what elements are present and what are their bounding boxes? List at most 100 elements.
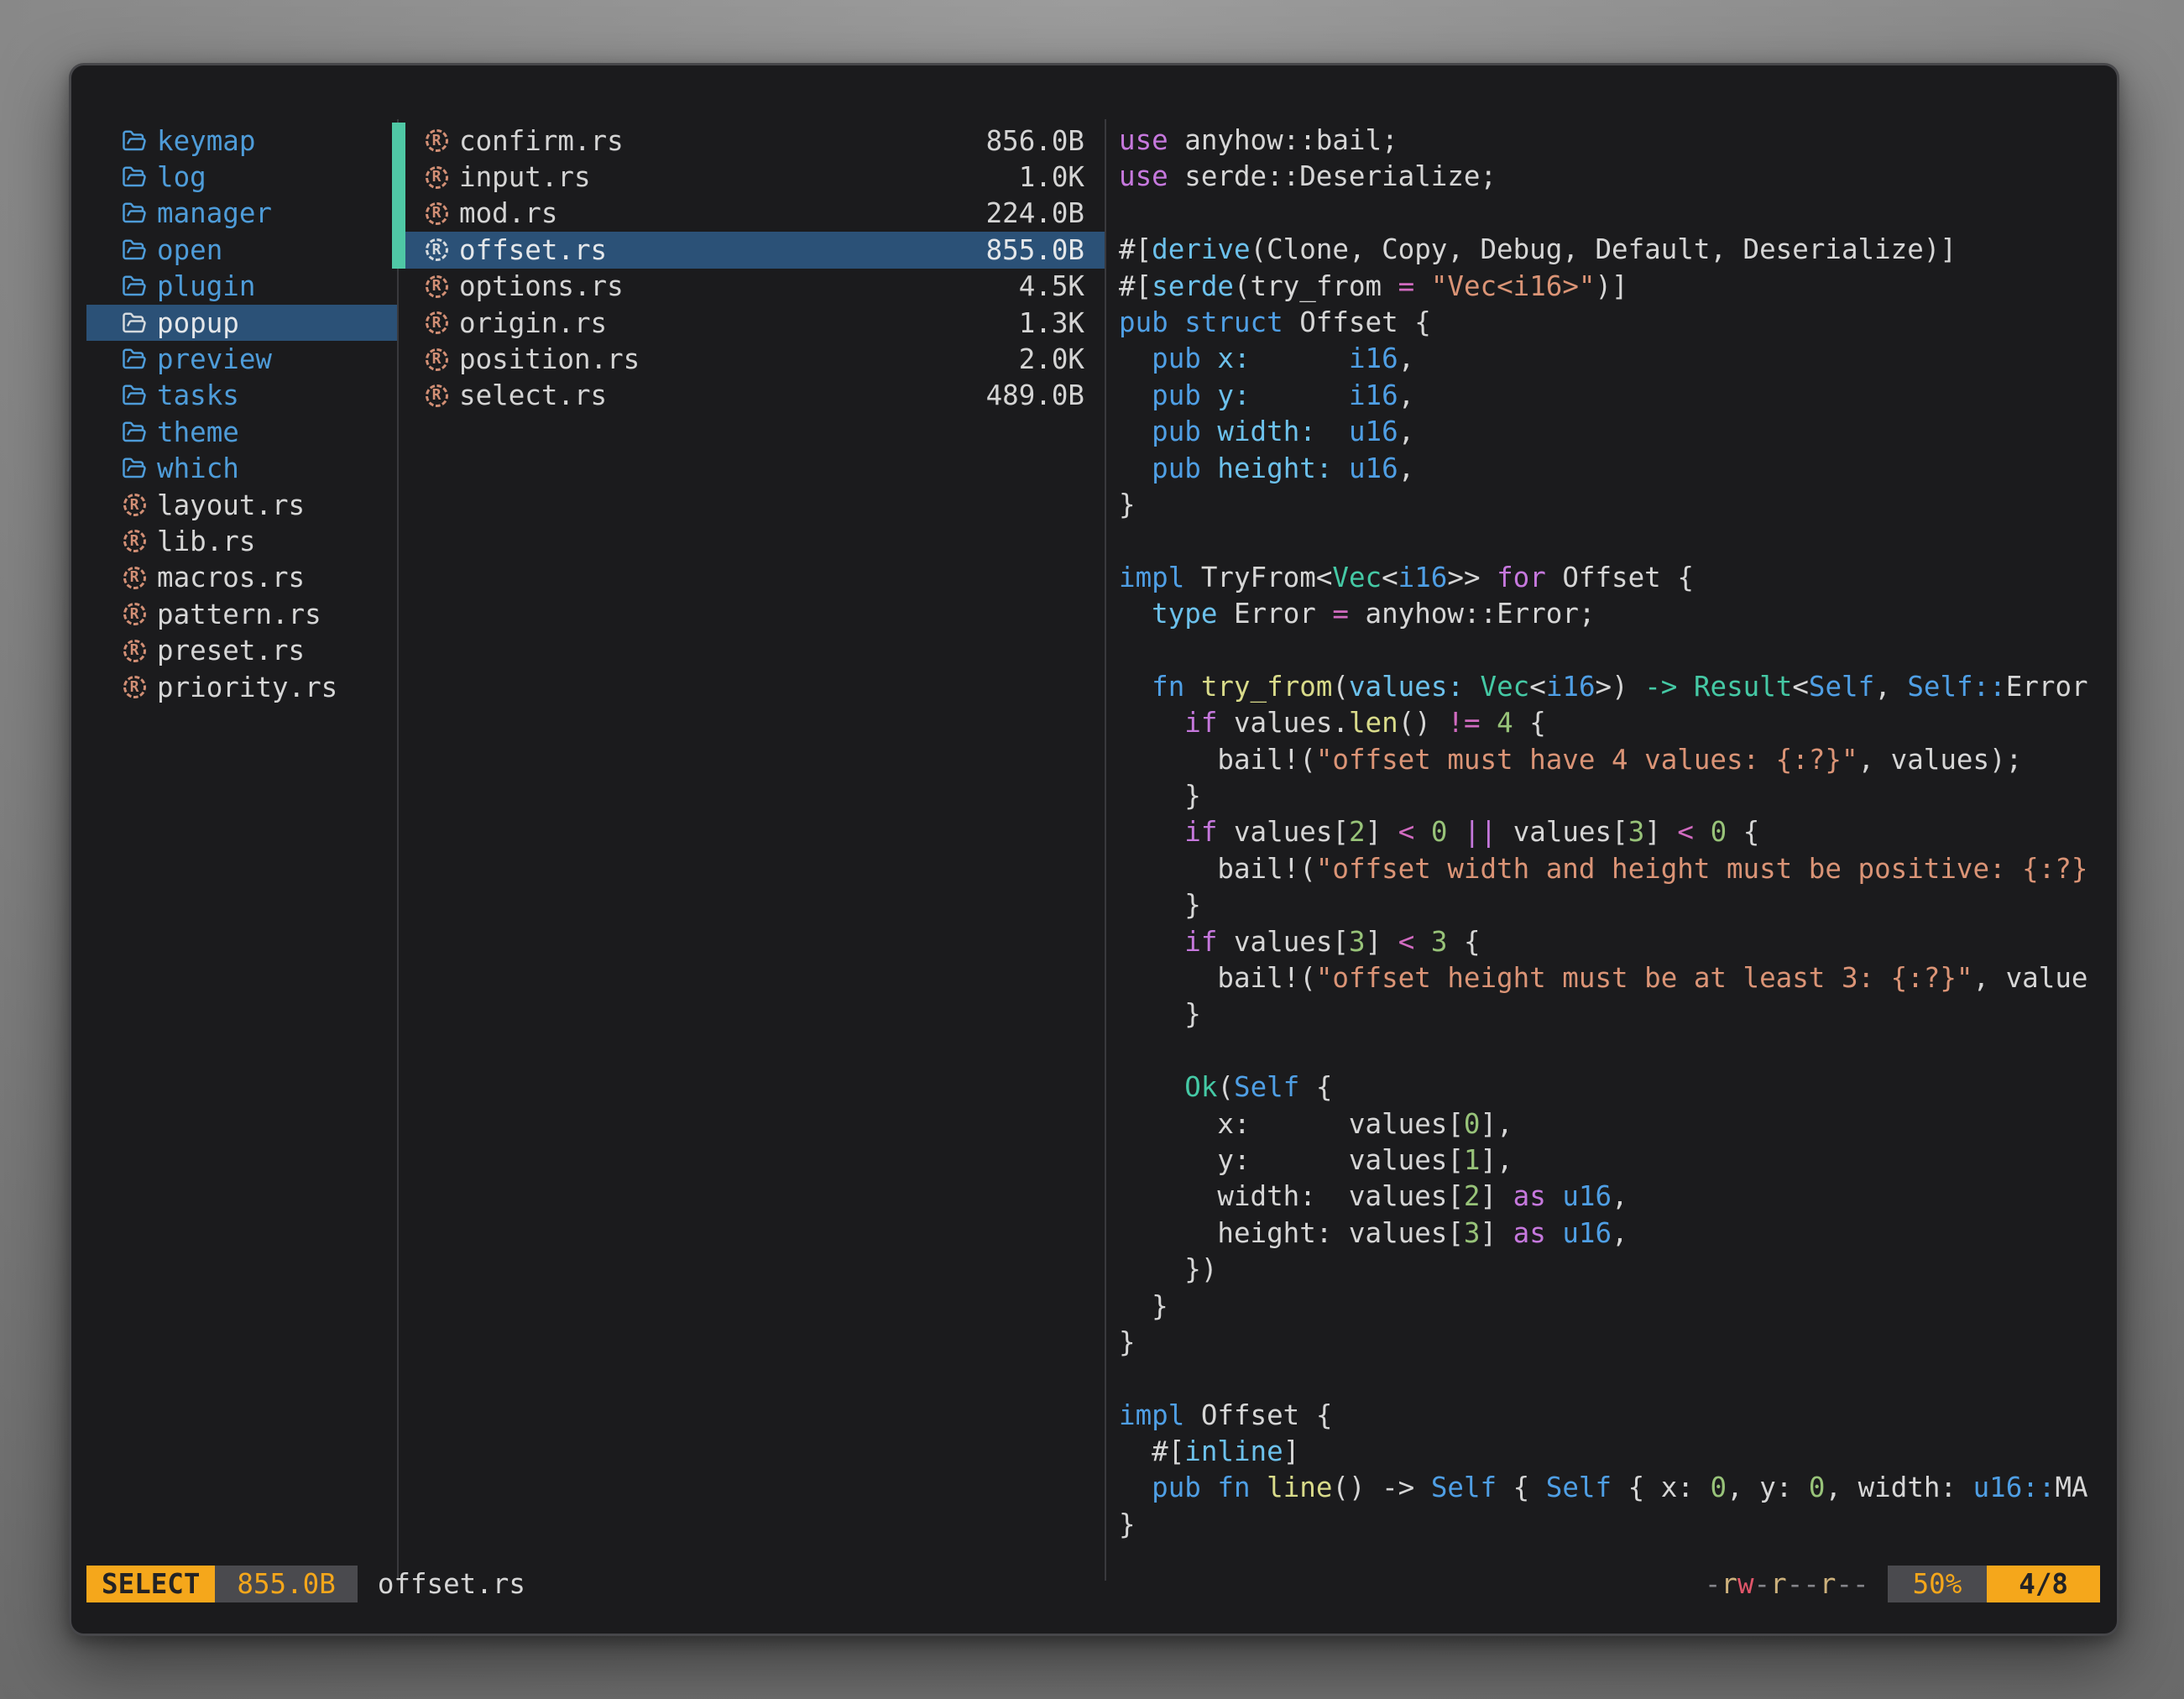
code-line: bail!("offset must have 4 values: {:?}",… bbox=[1119, 742, 2119, 778]
sidebar-item-manager[interactable]: manager bbox=[86, 196, 397, 232]
code-line: } bbox=[1119, 778, 2119, 814]
code-line: } bbox=[1119, 887, 2119, 923]
sidebar-item-log[interactable]: log bbox=[86, 159, 397, 195]
folder-open-icon bbox=[120, 454, 149, 483]
code-line bbox=[1119, 523, 2119, 559]
item-label: layout.rs bbox=[157, 489, 305, 521]
sidebar-item-macros-rs[interactable]: Rmacros.rs bbox=[86, 560, 397, 596]
code-line: use serde::Deserialize; bbox=[1119, 159, 2119, 195]
file-size: 855.0B bbox=[986, 234, 1105, 266]
scrollbar-thumb[interactable] bbox=[392, 123, 405, 269]
file-row-confirm-rs[interactable]: Rconfirm.rs 856.0B bbox=[399, 123, 1105, 159]
rust-file-icon: R bbox=[422, 272, 451, 301]
permission-char: - bbox=[1705, 1568, 1722, 1600]
code-line bbox=[1119, 1033, 2119, 1069]
rust-file-icon: R bbox=[422, 127, 451, 155]
folder-open-icon bbox=[120, 236, 149, 264]
item-label: popup bbox=[157, 307, 239, 339]
item-label: tasks bbox=[157, 379, 239, 411]
folder-open-icon bbox=[120, 309, 149, 337]
folder-open-icon bbox=[120, 163, 149, 191]
code-line: } bbox=[1119, 996, 2119, 1032]
file-size: 1.3K bbox=[1019, 307, 1105, 339]
folder-open-icon bbox=[120, 199, 149, 227]
file-row-input-rs[interactable]: Rinput.rs1.0K bbox=[399, 159, 1105, 195]
folder-open-icon bbox=[120, 381, 149, 410]
file-name: confirm.rs bbox=[459, 125, 624, 157]
sidebar-item-pattern-rs[interactable]: Rpattern.rs bbox=[86, 596, 397, 632]
permission-char: - bbox=[1754, 1568, 1771, 1600]
permission-char: r bbox=[1721, 1568, 1737, 1600]
sidebar-item-preview[interactable]: preview bbox=[86, 341, 397, 377]
rust-file-icon: R bbox=[120, 527, 149, 556]
code-line: use anyhow::bail; bbox=[1119, 123, 2119, 159]
rust-file-icon: R bbox=[120, 636, 149, 665]
item-label: macros.rs bbox=[157, 562, 305, 593]
file-size: 224.0B bbox=[986, 197, 1105, 229]
rust-file-icon: R bbox=[120, 563, 149, 592]
code-line: x: values[0], bbox=[1119, 1106, 2119, 1142]
preview-pane: use anyhow::bail;use serde::Deserialize;… bbox=[1119, 123, 2119, 1543]
item-label: log bbox=[157, 161, 206, 193]
sidebar-item-plugin[interactable]: plugin bbox=[86, 269, 397, 305]
item-label: priority.rs bbox=[157, 672, 337, 703]
file-row-select-rs[interactable]: Rselect.rs489.0B bbox=[399, 378, 1105, 414]
folder-open-icon bbox=[120, 127, 149, 155]
code-line: }) bbox=[1119, 1252, 2119, 1288]
code-line: #[derive(Clone, Copy, Debug, Default, De… bbox=[1119, 232, 2119, 268]
code-line: pub fn line() -> Self { Self { x: 0, y: … bbox=[1119, 1470, 2119, 1506]
current-directory-pane: Rconfirm.rs 856.0B Rinput.rs 1.0K Rmod.rs 224… bbox=[399, 123, 1105, 414]
sidebar-item-keymap[interactable]: keymap bbox=[86, 123, 397, 159]
permission-char: - bbox=[1836, 1568, 1852, 1600]
file-size: 2.0K bbox=[1019, 343, 1105, 375]
rust-file-icon: R bbox=[120, 673, 149, 702]
code-line: type Error = anyhow::Error; bbox=[1119, 596, 2119, 632]
code-line: pub x: i16, bbox=[1119, 341, 2119, 377]
code-line: if values[2] < 0 || values[3] < 0 { bbox=[1119, 814, 2119, 850]
sidebar-item-tasks[interactable]: tasks bbox=[86, 378, 397, 414]
scroll-percent-badge: 50% bbox=[1888, 1566, 1988, 1602]
file-name: mod.rs bbox=[459, 197, 557, 229]
code-line: height: values[3] as u16, bbox=[1119, 1215, 2119, 1252]
item-label: preset.rs bbox=[157, 635, 305, 667]
rust-file-icon: R bbox=[120, 600, 149, 629]
folder-open-icon bbox=[120, 345, 149, 374]
file-size-badge: 855.0B bbox=[215, 1566, 357, 1602]
file-name: options.rs bbox=[459, 270, 624, 302]
file-row-mod-rs[interactable]: Rmod.rs 224.0B bbox=[399, 196, 1105, 232]
status-filename: offset.rs bbox=[378, 1566, 525, 1602]
file-row-options-rs[interactable]: Roptions.rs4.5K bbox=[399, 269, 1105, 305]
sidebar-item-priority-rs[interactable]: Rpriority.rs bbox=[86, 669, 397, 705]
permission-char: r bbox=[1820, 1568, 1837, 1600]
sidebar-item-popup[interactable]: popup bbox=[86, 305, 397, 341]
file-permissions: -rw-r--r-- bbox=[1705, 1566, 1869, 1602]
sidebar-item-lib-rs[interactable]: Rlib.rs bbox=[86, 523, 397, 559]
file-name: select.rs bbox=[459, 379, 607, 411]
sidebar-item-open[interactable]: open bbox=[86, 232, 397, 268]
parent-directory-pane: keymaplog manageropenplugin popuppreviewta… bbox=[86, 123, 397, 705]
code-line: impl TryFrom<Vec<i16>> for Offset { bbox=[1119, 560, 2119, 596]
cursor-position-badge: 4/8 bbox=[1987, 1566, 2100, 1602]
sidebar-item-layout-rs[interactable]: Rlayout.rs bbox=[86, 487, 397, 523]
item-label: plugin bbox=[157, 270, 255, 302]
code-line: fn try_from(values: Vec<i16>) -> Result<… bbox=[1119, 669, 2119, 705]
folder-open-icon bbox=[120, 272, 149, 301]
file-size: 856.0B bbox=[986, 125, 1105, 157]
file-row-position-rs[interactable]: Rposition.rs2.0K bbox=[399, 341, 1105, 377]
file-size: 1.0K bbox=[1019, 161, 1105, 193]
permission-char: - bbox=[1803, 1568, 1820, 1600]
desktop: { "palette":{ "window_bg":"#1b1b1d","sel… bbox=[0, 0, 2184, 1699]
code-line: y: values[1], bbox=[1119, 1142, 2119, 1179]
code-line bbox=[1119, 196, 2119, 232]
rust-file-icon: R bbox=[422, 199, 451, 227]
code-line: if values[3] < 3 { bbox=[1119, 924, 2119, 960]
file-name: input.rs bbox=[459, 161, 591, 193]
code-line: bail!("offset width and height must be p… bbox=[1119, 851, 2119, 887]
sidebar-item-preset-rs[interactable]: Rpreset.rs bbox=[86, 632, 397, 668]
item-label: manager bbox=[157, 197, 272, 229]
file-row-origin-rs[interactable]: Rorigin.rs1.3K bbox=[399, 305, 1105, 341]
sidebar-item-which[interactable]: which bbox=[86, 451, 397, 487]
sidebar-item-theme[interactable]: theme bbox=[86, 414, 397, 450]
file-row-offset-rs[interactable]: Roffset.rs855.0B bbox=[405, 232, 1105, 268]
file-name: origin.rs bbox=[459, 307, 607, 339]
